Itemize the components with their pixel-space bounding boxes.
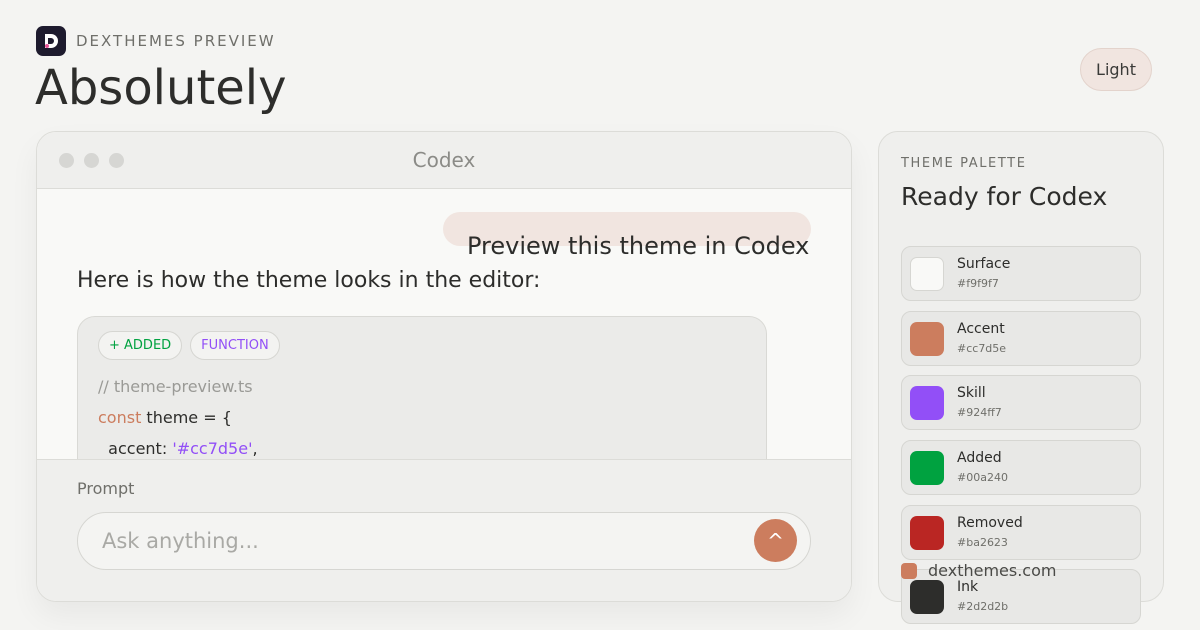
swatch-accent: Accent #cc7d5e: [901, 311, 1141, 366]
site-url: dexthemes.com: [928, 561, 1057, 580]
swatch-added: Added #00a240: [901, 440, 1141, 495]
swatch-hex: #ba2623: [957, 536, 1008, 549]
tag-function: FUNCTION: [190, 331, 280, 360]
code-tags: + ADDED FUNCTION: [98, 331, 280, 360]
page-title: Absolutely: [35, 60, 287, 116]
send-button[interactable]: ^: [754, 519, 797, 562]
swatch-name: Added: [957, 450, 1002, 466]
code-string-value: '#cc7d5e': [172, 439, 253, 458]
window-titlebar: Codex: [37, 132, 851, 189]
prompt-area: Prompt Ask anything... ^: [37, 459, 851, 601]
assistant-message: Here is how the theme looks in the edito…: [77, 268, 541, 293]
code-block: // theme-preview.ts const theme = { acce…: [98, 371, 258, 464]
color-chip-surface: [910, 257, 944, 291]
palette-title: Ready for Codex: [901, 182, 1108, 211]
theme-palette-panel: THEME PALETTE Ready for Codex Surface #f…: [878, 131, 1164, 624]
color-chip-accent: [910, 322, 944, 356]
swatch-name: Surface: [957, 256, 1011, 272]
swatch-hex: #f9f9f7: [957, 277, 999, 290]
dexthemes-logo-icon: [36, 26, 66, 56]
code-comment-line: // theme-preview.ts: [98, 377, 253, 396]
window-controls: [59, 153, 124, 168]
brand-header: DEXTHEMES PREVIEW: [36, 26, 276, 56]
swatch-hex: #00a240: [957, 471, 1008, 484]
code-trailing-comma: ,: [252, 439, 258, 458]
color-chip-skill: [910, 386, 944, 420]
swatch-skill: Skill #924ff7: [901, 375, 1141, 430]
brand-eyebrow: DEXTHEMES PREVIEW: [76, 32, 276, 50]
window-maximize-dot[interactable]: [109, 153, 124, 168]
color-chip-ink: [910, 580, 944, 614]
swatch-removed: Removed #ba2623: [901, 505, 1141, 560]
color-chip-removed: [910, 516, 944, 550]
swatch-hex: #924ff7: [957, 406, 1002, 419]
window-title: Codex: [412, 148, 476, 172]
site-link[interactable]: dexthemes.com: [901, 561, 1056, 580]
swatch-surface: Surface #f9f9f7: [901, 246, 1141, 301]
user-message: Preview this theme in Codex: [467, 232, 810, 260]
codex-window: Codex Preview this theme in Codex Here i…: [36, 131, 852, 602]
send-arrow-icon: ^: [767, 528, 784, 553]
palette-eyebrow: THEME PALETTE: [901, 156, 1027, 171]
swatch-name: Accent: [957, 321, 1005, 337]
code-property-key: accent:: [98, 439, 173, 458]
prompt-input[interactable]: Ask anything...: [77, 512, 811, 570]
swatch-hex: #cc7d5e: [957, 342, 1007, 355]
swatch-name: Ink: [957, 579, 979, 595]
site-brand-chip: [901, 562, 917, 579]
code-keyword: const: [98, 408, 142, 427]
swatch-name: Removed: [957, 515, 1023, 531]
window-close-dot[interactable]: [59, 153, 74, 168]
color-chip-added: [910, 451, 944, 485]
prompt-label: Prompt: [77, 479, 135, 498]
swatch-hex: #2d2d2b: [957, 600, 1009, 613]
window-minimize-dot[interactable]: [84, 153, 99, 168]
tag-added: + ADDED: [98, 331, 183, 360]
swatch-name: Skill: [957, 385, 986, 401]
code-declaration-line: const theme = {: [98, 402, 258, 433]
code-declaration-rest: theme = {: [141, 408, 232, 427]
theme-mode-toggle[interactable]: Light: [1080, 48, 1152, 91]
